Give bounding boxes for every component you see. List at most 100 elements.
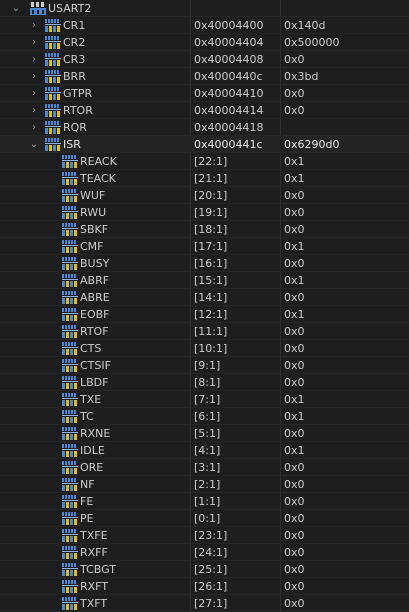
register-name: CR1 [63,19,86,32]
field-icon [62,189,78,202]
field-name: ABRE [80,291,110,304]
field-name: SBKF [80,223,109,236]
chevron-down-icon[interactable]: ⌄ [29,136,39,153]
register-row-isr[interactable]: ⌄ ISR 0x4000441c 0x6290d0 [0,136,409,153]
register-address: 0x40004410 [194,87,264,100]
register-address: 0x4000440c [194,70,263,83]
field-bits: [11:1] [194,325,228,338]
register-address: 0x40004414 [194,104,264,117]
field-row-rxft[interactable]: RXFT [26:1] 0x0 [0,578,409,595]
field-bits: [9:1] [194,359,221,372]
field-row-ctsif[interactable]: CTSIF [9:1] 0x0 [0,357,409,374]
register-value: 0x0 [284,104,305,117]
field-icon [62,478,78,491]
register-value: 0x6290d0 [284,138,340,151]
register-icon [45,87,61,100]
peripheral-row-usart2[interactable]: ⌄ USART2 [0,0,409,17]
field-bits: [22:1] [194,155,228,168]
field-row-pe[interactable]: PE [0:1] 0x0 [0,510,409,527]
field-value: 0x1 [284,155,305,168]
field-row-ore[interactable]: ORE [3:1] 0x0 [0,459,409,476]
field-bits: [15:1] [194,274,228,287]
field-bits: [23:1] [194,529,228,542]
field-value: 0x1 [284,308,305,321]
register-value: 0x140d [284,19,326,32]
register-row-cr2[interactable]: › CR2 0x40004404 0x500000 [0,34,409,51]
register-row-brr[interactable]: › BRR 0x4000440c 0x3bd [0,68,409,85]
field-value: 0x1 [284,410,305,423]
field-row-cmf[interactable]: CMF [17:1] 0x1 [0,238,409,255]
field-row-teack[interactable]: TEACK [21:1] 0x1 [0,170,409,187]
field-name: LBDF [80,376,109,389]
chevron-right-icon[interactable]: › [29,17,39,34]
field-row-txfe[interactable]: TXFE [23:1] 0x0 [0,527,409,544]
field-bits: [4:1] [194,444,221,457]
field-row-txft[interactable]: TXFT [27:1] 0x0 [0,595,409,612]
field-bits: [8:1] [194,376,221,389]
field-row-abre[interactable]: ABRE [14:1] 0x0 [0,289,409,306]
field-name: ABRF [80,274,110,287]
field-bits: [25:1] [194,563,228,576]
register-row-rtor[interactable]: › RTOR 0x40004414 0x0 [0,102,409,119]
field-bits: [17:1] [194,240,228,253]
field-icon [62,223,78,236]
field-icon [62,308,78,321]
field-row-txe[interactable]: TXE [7:1] 0x1 [0,391,409,408]
field-row-tcbgt[interactable]: TCBGT [25:1] 0x0 [0,561,409,578]
field-row-reack[interactable]: REACK [22:1] 0x1 [0,153,409,170]
field-row-cts[interactable]: CTS [10:1] 0x0 [0,340,409,357]
field-name: PE [80,512,94,525]
field-row-rtof[interactable]: RTOF [11:1] 0x0 [0,323,409,340]
chevron-right-icon[interactable]: › [29,51,39,68]
register-row-rqr[interactable]: › RQR 0x40004418 [0,119,409,136]
field-row-eobf[interactable]: EOBF [12:1] 0x1 [0,306,409,323]
register-name: BRR [63,70,86,83]
field-row-nf[interactable]: NF [2:1] 0x0 [0,476,409,493]
field-row-rxff[interactable]: RXFF [24:1] 0x0 [0,544,409,561]
register-row-cr1[interactable]: › CR1 0x40004400 0x140d [0,17,409,34]
field-name: TCBGT [80,563,116,576]
chevron-right-icon[interactable]: › [29,102,39,119]
field-name: RWU [80,206,107,219]
field-bits: [3:1] [194,461,221,474]
field-row-busy[interactable]: BUSY [16:1] 0x0 [0,255,409,272]
field-name: TXE [80,393,102,406]
field-bits: [6:1] [194,410,221,423]
field-row-abrf[interactable]: ABRF [15:1] 0x1 [0,272,409,289]
register-icon [45,36,61,49]
register-icon [45,104,61,117]
peripheral-icon [30,2,46,15]
chevron-down-icon[interactable]: ⌄ [11,0,21,17]
register-row-gtpr[interactable]: › GTPR 0x40004410 0x0 [0,85,409,102]
chevron-right-icon[interactable]: › [29,85,39,102]
field-name: EOBF [80,308,110,321]
field-name: TC [80,410,94,423]
field-value: 0x1 [284,172,305,185]
field-name: RTOF [80,325,109,338]
register-name: CR3 [63,53,86,66]
chevron-right-icon[interactable]: › [29,119,39,136]
field-icon [62,427,78,440]
field-value: 0x1 [284,444,305,457]
field-row-fe[interactable]: FE [1:1] 0x0 [0,493,409,510]
register-tree: ⌄ USART2 › CR1 0x40004400 0x140d › CR2 0x40004… [0,0,409,612]
register-row-cr3[interactable]: › CR3 0x40004408 0x0 [0,51,409,68]
field-row-rxne[interactable]: RXNE [5:1] 0x0 [0,425,409,442]
field-row-lbdf[interactable]: LBDF [8:1] 0x0 [0,374,409,391]
field-icon [62,410,78,423]
field-name: CMF [80,240,104,253]
field-value: 0x0 [284,427,305,440]
field-row-sbkf[interactable]: SBKF [18:1] 0x0 [0,221,409,238]
chevron-right-icon[interactable]: › [29,68,39,85]
register-value: 0x0 [284,87,305,100]
register-address: 0x40004404 [194,36,264,49]
field-row-tc[interactable]: TC [6:1] 0x1 [0,408,409,425]
field-row-wuf[interactable]: WUF [20:1] 0x0 [0,187,409,204]
field-row-idle[interactable]: IDLE [4:1] 0x1 [0,442,409,459]
field-bits: [26:1] [194,580,228,593]
field-row-rwu[interactable]: RWU [19:1] 0x0 [0,204,409,221]
field-value: 0x0 [284,189,305,202]
chevron-right-icon[interactable]: › [29,34,39,51]
field-value: 0x0 [284,563,305,576]
field-value: 0x0 [284,495,305,508]
